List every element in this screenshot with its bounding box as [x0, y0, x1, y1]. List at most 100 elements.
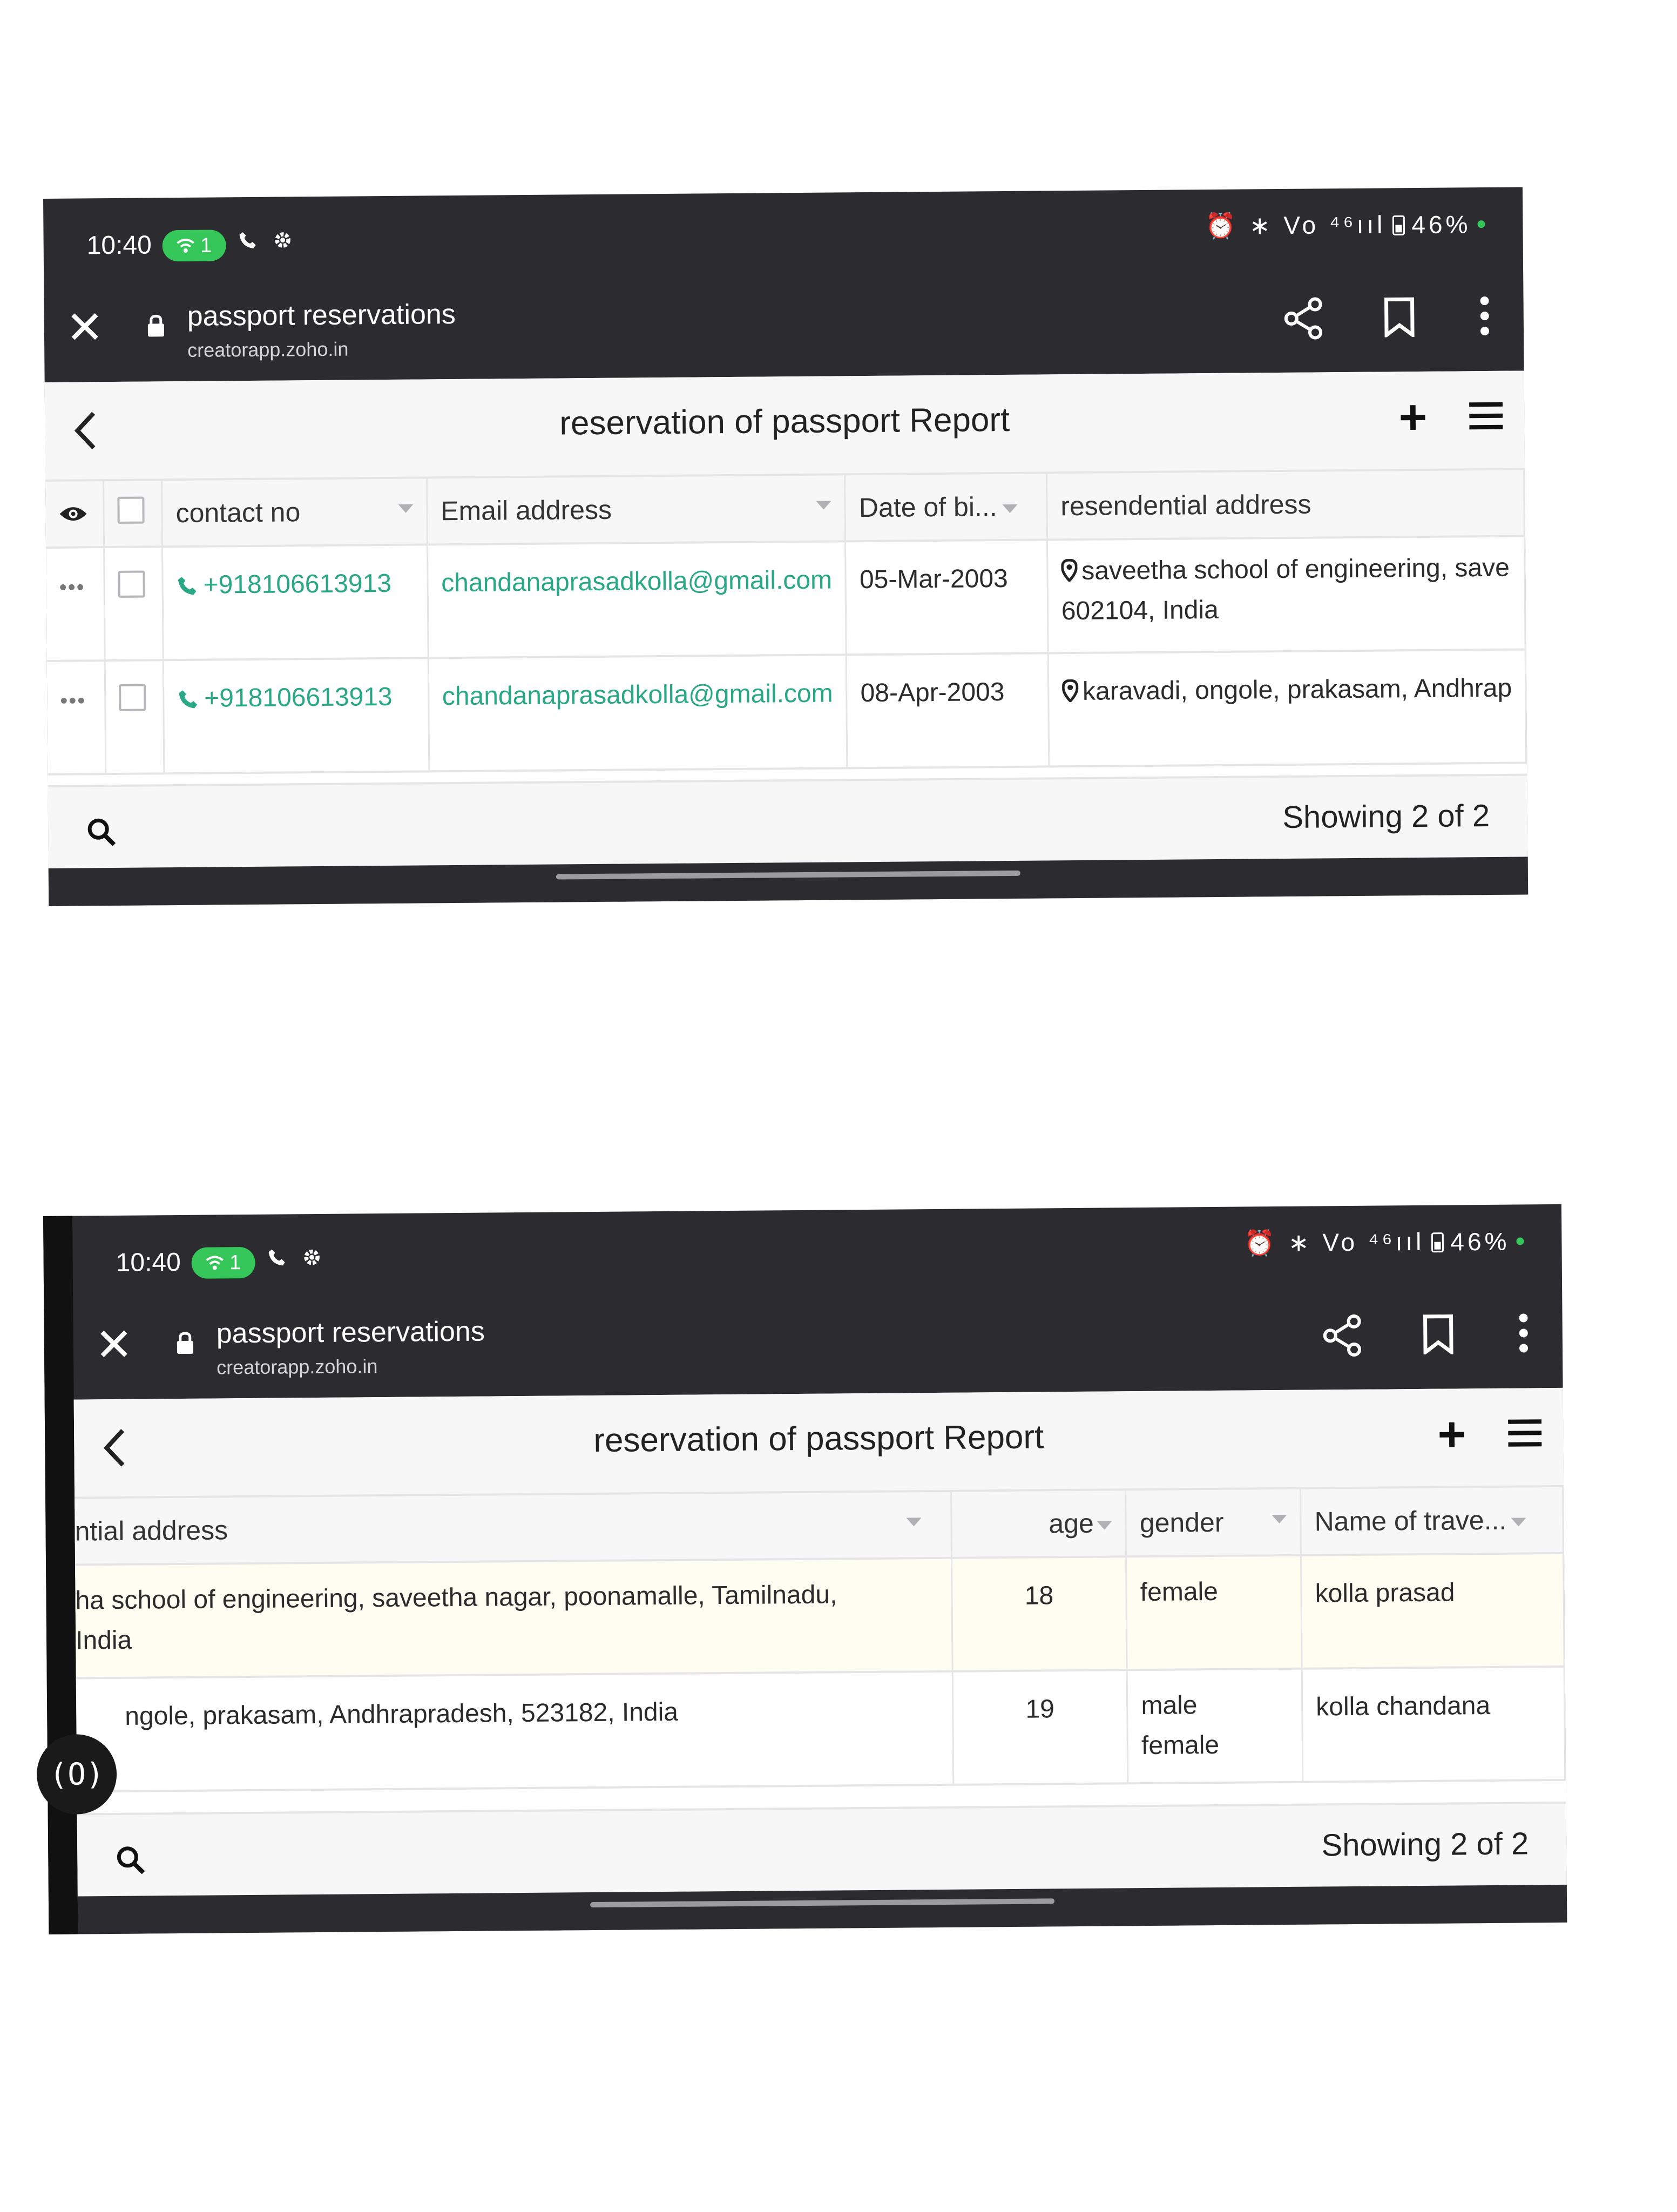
dob-cell: 05-Mar-2003: [845, 539, 1048, 655]
column-header-gender[interactable]: gender: [1125, 1489, 1301, 1557]
table-header-row: contact no Email address Date of bi... r…: [45, 470, 1525, 548]
column-header-traveller-name[interactable]: Name of trave...: [1300, 1487, 1564, 1555]
battery-level: 46%: [1411, 210, 1471, 239]
search-icon[interactable]: [115, 1845, 145, 1875]
column-header-address[interactable]: resendential address: [1046, 470, 1525, 540]
location-pin-icon: [1061, 679, 1079, 703]
status-time: 10:40: [116, 1248, 181, 1277]
battery-icon: [1392, 215, 1405, 235]
more-vert-icon[interactable]: [1478, 294, 1491, 338]
email-value[interactable]: chandanaprasadkolla@gmail.com: [441, 566, 832, 598]
table-row[interactable]: ngole, prakasam, Andhrapradesh, 523182, …: [76, 1666, 1565, 1792]
row-actions[interactable]: •••: [46, 547, 105, 661]
hotspot-count: 1: [229, 1251, 241, 1274]
add-record-button[interactable]: +: [1398, 390, 1427, 446]
column-label: age: [1049, 1508, 1094, 1539]
table-row[interactable]: ••• +918106613913 chandanaprasadkolla@gm…: [46, 536, 1526, 661]
table-row[interactable]: ••• +918106613913 chandanaprasadkolla@gm…: [46, 649, 1526, 774]
email-value[interactable]: chandanaprasadkolla@gmail.com: [442, 679, 833, 711]
browser-url: creatorapp.zoho.in: [187, 338, 349, 361]
report-title: reservation of passport Report: [559, 401, 1010, 442]
address-cell: ha school of engineering, saveetha nagar…: [75, 1557, 952, 1678]
address-line-1: karavadi, ongole, prakasam, Andhrap: [1082, 673, 1512, 706]
bookmark-icon[interactable]: [1422, 1314, 1455, 1354]
traveller-name-cell: kolla chandana: [1302, 1666, 1565, 1782]
column-header-email[interactable]: Email address: [427, 475, 846, 545]
row-checkbox[interactable]: [118, 684, 146, 711]
table-row[interactable]: ha school of engineering, saveetha nagar…: [75, 1553, 1565, 1678]
record-count: Showing 2 of 2: [1282, 798, 1490, 835]
lock-icon: [147, 314, 164, 337]
floating-vibrate-button[interactable]: (O): [36, 1734, 117, 1815]
more-vert-icon[interactable]: [1517, 1311, 1530, 1354]
phone-frame: 10:40 1 ⏰ ∗ Vo ⁴⁶ııl 46% ✕ passport rese…: [43, 187, 1529, 906]
gender-value: female: [1140, 1577, 1219, 1607]
column-header-contact[interactable]: contact no: [161, 478, 428, 547]
row-select[interactable]: [104, 660, 164, 774]
sort-caret-icon[interactable]: [1002, 504, 1018, 513]
browser-page-title: passport reservations: [187, 299, 456, 332]
battery-level: 46%: [1450, 1227, 1510, 1256]
share-icon[interactable]: [1321, 1314, 1363, 1358]
select-all-column[interactable]: [103, 481, 163, 548]
contact-value[interactable]: +918106613913: [204, 683, 393, 713]
address-cell: ngole, prakasam, Andhrapradesh, 523182, …: [76, 1671, 954, 1792]
report-header: reservation of passport Report +: [73, 1387, 1564, 1499]
email-cell[interactable]: chandanaprasadkolla@gmail.com: [427, 541, 847, 658]
sort-caret-icon[interactable]: [816, 501, 831, 510]
age-value: 18: [1024, 1581, 1054, 1610]
sort-caret-icon[interactable]: [906, 1518, 922, 1527]
close-icon[interactable]: ✕: [94, 1318, 133, 1372]
contact-value[interactable]: +918106613913: [203, 569, 391, 599]
phone-icon: [179, 690, 198, 709]
gender-value: male: [1141, 1691, 1198, 1721]
dob-value: 08-Apr-2003: [860, 678, 1005, 708]
sort-caret-icon[interactable]: [1097, 1521, 1112, 1530]
contact-cell[interactable]: +918106613913: [162, 544, 428, 660]
row-select[interactable]: [104, 547, 164, 661]
gear-icon: [304, 1249, 320, 1265]
hotspot-badge: 1: [162, 230, 226, 262]
status-right: ⏰ ∗ Vo ⁴⁶ııl 46%: [1205, 209, 1485, 241]
bookmark-icon[interactable]: [1383, 297, 1416, 338]
hotspot-count: 1: [200, 234, 212, 257]
email-cell[interactable]: chandanaprasadkolla@gmail.com: [428, 655, 848, 772]
more-horiz-icon[interactable]: •••: [59, 575, 85, 599]
column-header-address[interactable]: ntial address: [75, 1492, 952, 1565]
status-bar: 10:40 1 ⏰ ∗ Vo ⁴⁶ııl 46%: [72, 1204, 1562, 1297]
sort-caret-icon[interactable]: [1272, 1514, 1287, 1524]
menu-icon[interactable]: [1508, 1418, 1542, 1447]
gender-cell: female: [1126, 1555, 1302, 1670]
report-header: reservation of passport Report +: [44, 370, 1525, 482]
contact-cell[interactable]: +918106613913: [163, 658, 429, 774]
search-icon[interactable]: [86, 817, 116, 847]
sort-caret-icon[interactable]: [1511, 1518, 1526, 1527]
eye-icon[interactable]: [58, 504, 87, 523]
select-all-checkbox[interactable]: [117, 496, 145, 524]
record-count: Showing 2 of 2: [1321, 1826, 1529, 1863]
sort-caret-icon[interactable]: [398, 504, 414, 513]
phone-frame: 10:40 1 ⏰ ∗ Vo ⁴⁶ııl 46% ✕ passport rese…: [43, 1204, 1567, 1934]
dob-value: 05-Mar-2003: [859, 564, 1008, 595]
menu-icon[interactable]: [1469, 401, 1503, 430]
wifi-icon: [206, 1256, 224, 1270]
report-title: reservation of passport Report: [593, 1418, 1044, 1460]
home-handle[interactable]: [556, 870, 1020, 880]
row-actions[interactable]: •••: [46, 660, 106, 774]
row-checkbox[interactable]: [118, 570, 145, 598]
traveller-name-cell: kolla prasad: [1301, 1553, 1565, 1669]
column-header-age[interactable]: age: [951, 1491, 1126, 1558]
traveller-name-value: kolla prasad: [1315, 1578, 1455, 1608]
app-content: reservation of passport Report + contact…: [44, 370, 1529, 906]
more-horiz-icon[interactable]: •••: [60, 689, 86, 712]
visibility-column[interactable]: [45, 481, 104, 548]
gear-icon: [275, 232, 290, 248]
home-handle[interactable]: [590, 1898, 1055, 1908]
close-icon[interactable]: ✕: [65, 301, 104, 354]
gender-value-2: female: [1141, 1730, 1220, 1761]
column-header-dob[interactable]: Date of bi...: [844, 474, 1047, 542]
status-bar: 10:40 1 ⏰ ∗ Vo ⁴⁶ııl 46%: [43, 187, 1523, 280]
browser-page-title: passport reservations: [216, 1316, 485, 1350]
add-record-button[interactable]: +: [1437, 1407, 1466, 1462]
share-icon[interactable]: [1283, 296, 1324, 340]
